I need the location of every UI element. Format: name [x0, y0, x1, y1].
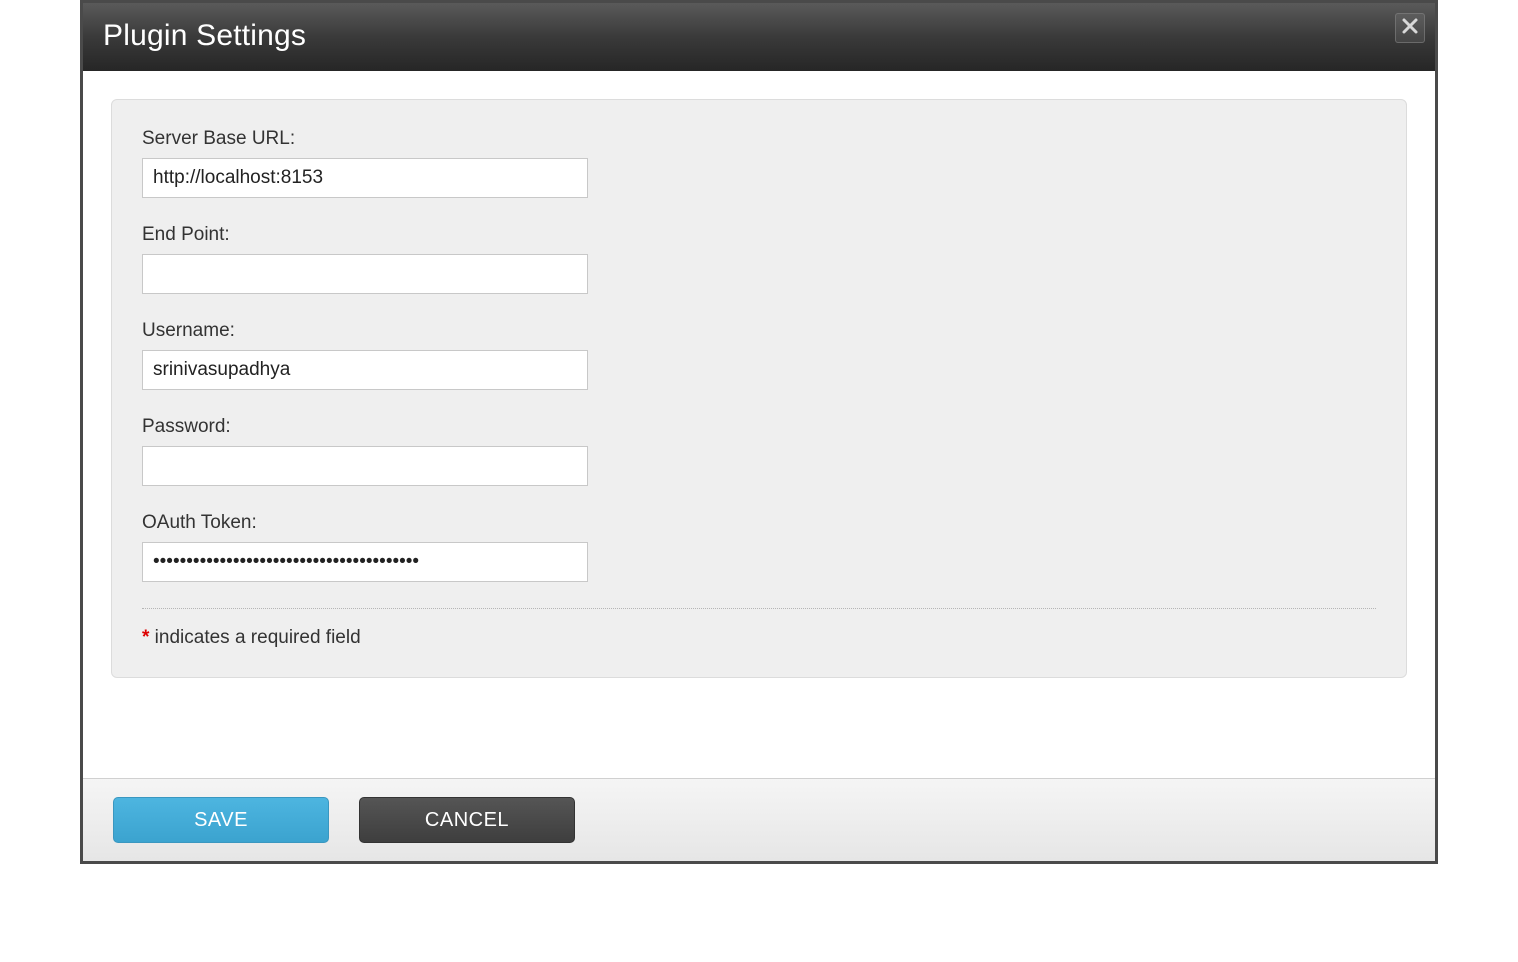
modal-title: Plugin Settings — [103, 19, 306, 53]
end-point-input[interactable] — [142, 254, 588, 294]
cancel-button[interactable]: CANCEL — [359, 797, 575, 843]
server-base-url-group: Server Base URL: — [142, 128, 1376, 198]
modal-body: Server Base URL: End Point: Username: Pa… — [83, 71, 1435, 778]
server-base-url-label: Server Base URL: — [142, 128, 1376, 150]
oauth-token-label: OAuth Token: — [142, 512, 1376, 534]
required-field-note: * indicates a required field — [142, 627, 1376, 657]
save-button[interactable]: SAVE — [113, 797, 329, 843]
password-group: Password: — [142, 416, 1376, 486]
end-point-label: End Point: — [142, 224, 1376, 246]
modal-footer: SAVE CANCEL — [83, 778, 1435, 861]
end-point-group: End Point: — [142, 224, 1376, 294]
divider — [142, 608, 1376, 609]
oauth-token-input[interactable] — [142, 542, 588, 582]
close-button[interactable] — [1395, 13, 1425, 43]
plugin-settings-modal: Plugin Settings Server Base URL: End Poi… — [80, 0, 1438, 864]
username-group: Username: — [142, 320, 1376, 390]
server-base-url-input[interactable] — [142, 158, 588, 198]
form-panel: Server Base URL: End Point: Username: Pa… — [111, 99, 1407, 678]
modal-header: Plugin Settings — [83, 3, 1435, 71]
username-label: Username: — [142, 320, 1376, 342]
oauth-token-group: OAuth Token: — [142, 512, 1376, 582]
close-icon — [1401, 17, 1419, 40]
password-input[interactable] — [142, 446, 588, 486]
password-label: Password: — [142, 416, 1376, 438]
required-note-text: indicates a required field — [149, 627, 360, 648]
username-input[interactable] — [142, 350, 588, 390]
